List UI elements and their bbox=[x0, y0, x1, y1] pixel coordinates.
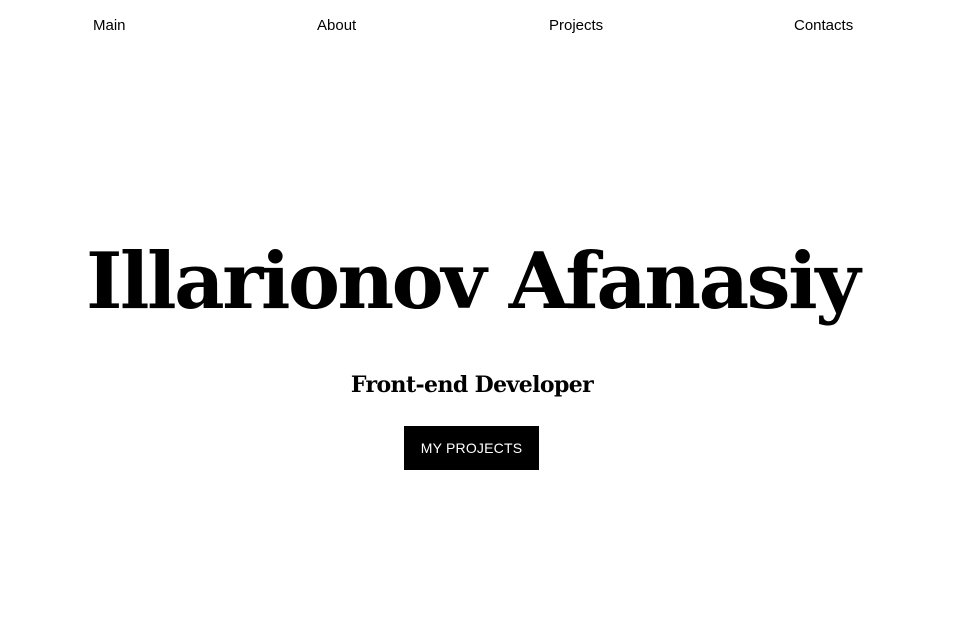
hero-role-subtitle: Front-end Developer bbox=[350, 372, 594, 398]
hero-name-heading: Illarionov Afanasiy bbox=[85, 236, 861, 327]
nav-item-contacts[interactable]: Contacts bbox=[794, 16, 853, 36]
my-projects-button[interactable]: MY PROJECTS bbox=[404, 426, 539, 470]
nav-item-main[interactable]: Main bbox=[93, 16, 126, 36]
top-navigation: Main About Projects Contacts bbox=[0, 0, 960, 52]
nav-item-projects[interactable]: Projects bbox=[549, 16, 603, 36]
nav-item-about[interactable]: About bbox=[317, 16, 356, 36]
